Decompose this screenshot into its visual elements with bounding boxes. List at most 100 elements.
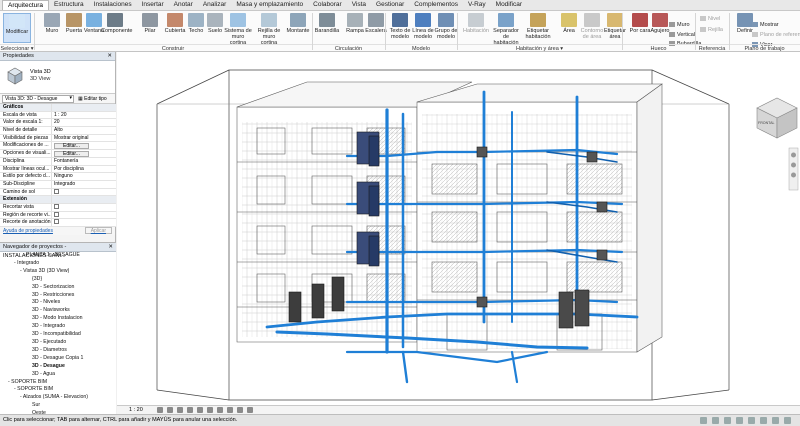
tab-complementos[interactable]: Complementos xyxy=(409,0,463,10)
close-icon[interactable]: ✕ xyxy=(107,52,115,60)
tab-arquitectura[interactable]: Arquitectura xyxy=(2,0,50,10)
property-group[interactable]: Extensión xyxy=(0,196,116,204)
tree-item[interactable]: Sur xyxy=(0,402,116,410)
tree-item[interactable]: - Alzados (SUMA - Elevacion) xyxy=(0,394,116,402)
property-value[interactable]: Por disciplina xyxy=(52,166,116,173)
montante-button[interactable]: Montante xyxy=(284,13,312,43)
tab-gestionar[interactable]: Gestionar xyxy=(371,0,409,10)
tree-item[interactable]: 3D - Integrado xyxy=(0,323,116,331)
zoom-icon[interactable] xyxy=(791,162,796,168)
grupo-de-modelo-button[interactable]: Grupo de modelo xyxy=(432,13,460,43)
tab-anotar[interactable]: Anotar xyxy=(169,0,198,10)
crop-view-icon[interactable] xyxy=(207,407,213,413)
tab-insertar[interactable]: Insertar xyxy=(137,0,169,10)
property-value[interactable]: Mostrar original xyxy=(52,135,116,142)
property-checkbox[interactable] xyxy=(54,188,59,194)
property-value[interactable]: Fontanería xyxy=(52,158,116,165)
close-icon[interactable]: ✕ xyxy=(108,243,116,251)
panel-label-plano-de-trabajo[interactable]: Plano de trabajo xyxy=(729,44,800,52)
barandilla-button[interactable]: Barandilla xyxy=(313,13,341,43)
modificar-button[interactable]: Modificar xyxy=(3,13,31,43)
tree-item[interactable]: 3D - Ejecutado xyxy=(0,339,116,347)
edit-button[interactable]: Editar... xyxy=(54,142,89,150)
etiquetar-habitaci-n-button[interactable]: Etiquetar habitación xyxy=(524,13,552,43)
tab-modificar[interactable]: Modificar xyxy=(491,0,527,10)
tree-item[interactable]: 3D - Niveles xyxy=(0,299,116,307)
componente-button[interactable]: Componente xyxy=(101,13,133,43)
view-scale[interactable]: 1 : 20 xyxy=(129,406,143,414)
view-selector-dropdown[interactable]: Vista 3D: 3D - Desague xyxy=(2,94,74,103)
mostrar-button[interactable]: Mostrar xyxy=(752,22,779,28)
show-crop-region-icon[interactable] xyxy=(217,407,223,413)
select-underlay-icon[interactable] xyxy=(736,417,743,424)
nivel-button[interactable]: Nivel xyxy=(700,16,720,22)
properties-help-link[interactable]: Ayuda de propiedades xyxy=(3,227,53,235)
panel-label-seleccionar-[interactable]: Seleccionar ▾ xyxy=(0,44,34,52)
select-pinned-icon[interactable] xyxy=(748,417,755,424)
property-value[interactable] xyxy=(52,188,116,196)
tab-analizar[interactable]: Analizar xyxy=(198,0,231,10)
sistema-de-muro-cortina-button[interactable]: Sistema de muro cortina xyxy=(224,13,252,46)
tree-item[interactable]: 3D - Incompatibilidad xyxy=(0,331,116,339)
property-value[interactable] xyxy=(52,211,116,219)
plano-de-referencia-button[interactable]: Plano de referencia xyxy=(752,32,800,38)
property-value[interactable]: Editar... xyxy=(52,150,116,157)
orbit-icon[interactable] xyxy=(791,172,796,178)
tree-item[interactable]: 3D - Desague xyxy=(0,363,116,371)
property-checkbox[interactable] xyxy=(54,204,59,210)
vertical-button[interactable]: Vertical xyxy=(669,32,695,38)
tree-item[interactable]: 3D - Sectorizacion xyxy=(0,284,116,292)
detail-level-icon[interactable] xyxy=(157,407,163,413)
tab-masa-y-emplazamiento[interactable]: Masa y emplazamiento xyxy=(231,0,308,10)
definir-button[interactable]: Definir xyxy=(731,13,759,43)
panel-label-referencia[interactable]: Referencia xyxy=(695,44,729,52)
visual-style-icon[interactable] xyxy=(167,407,173,413)
separador-de-habitaci-n-button[interactable]: Separador de habitación xyxy=(492,13,520,46)
tab-colaborar[interactable]: Colaborar xyxy=(308,0,347,10)
property-checkbox[interactable] xyxy=(54,219,59,225)
filter-icon[interactable] xyxy=(784,417,791,424)
property-value[interactable] xyxy=(52,219,116,226)
panel-label-circulaci-n[interactable]: Circulación xyxy=(312,44,385,52)
property-group[interactable]: Gráficos xyxy=(0,104,116,112)
edit-type-button[interactable]: ▦ Editar tipo xyxy=(78,96,107,102)
property-value[interactable] xyxy=(52,204,116,211)
property-value[interactable]: 20 xyxy=(52,119,116,126)
shadows-icon[interactable] xyxy=(187,407,193,413)
tree-item[interactable]: - Vistas 3D (3D View) xyxy=(0,268,116,276)
tree-item[interactable]: 3D - Diametros xyxy=(0,347,116,355)
type-selector[interactable]: Vista 3D 3D View xyxy=(0,61,115,94)
tree-item[interactable]: 3D - Modo Instalacion xyxy=(0,315,116,323)
tree-item[interactable]: 3D - Agua xyxy=(0,371,116,379)
edit-button[interactable]: Editar... xyxy=(54,150,89,157)
property-value[interactable]: Alto xyxy=(52,127,116,134)
rejilla-button[interactable]: Rejilla xyxy=(700,27,723,33)
etiquetar-rea-button[interactable]: Etiquetar área xyxy=(601,13,629,43)
tree-item[interactable]: - SOPORTE BIM xyxy=(0,379,116,387)
building-model-3d[interactable]: FRONTAL xyxy=(117,52,800,414)
render-icon[interactable] xyxy=(197,407,203,413)
tree-item[interactable]: 3D - Desague Copia 1 xyxy=(0,355,116,363)
agujero-button[interactable]: Agujero xyxy=(646,13,674,43)
panel-label-modelo[interactable]: Modelo xyxy=(385,44,457,52)
reveal-hidden-icon[interactable] xyxy=(247,407,253,413)
tab-instalaciones[interactable]: Instalaciones xyxy=(89,0,137,10)
lock-view-icon[interactable] xyxy=(227,407,233,413)
tree-item[interactable]: 3D - Navisworks xyxy=(0,307,116,315)
habitaci-n-button[interactable]: Habitación xyxy=(462,13,490,43)
view-cube[interactable] xyxy=(756,97,798,139)
worksets-icon[interactable] xyxy=(700,417,707,424)
drag-elements-icon[interactable] xyxy=(772,417,779,424)
tab-v-ray[interactable]: V-Ray xyxy=(463,0,491,10)
tree-item[interactable]: - Integrado xyxy=(0,260,116,268)
design-options-icon[interactable] xyxy=(712,417,719,424)
property-value[interactable]: 1 : 20 xyxy=(52,112,116,119)
property-value[interactable]: Integrado xyxy=(52,181,116,188)
property-value[interactable]: Editar... xyxy=(52,142,116,150)
navigation-bar[interactable] xyxy=(788,147,799,191)
tree-item[interactable]: - SOPORTE BIM xyxy=(0,386,116,394)
3d-viewport[interactable]: FRONTAL xyxy=(117,52,800,414)
steering-wheel-icon[interactable] xyxy=(791,152,796,158)
select-links-icon[interactable] xyxy=(724,417,731,424)
tree-item[interactable]: 3D - Restricciones xyxy=(0,292,116,300)
